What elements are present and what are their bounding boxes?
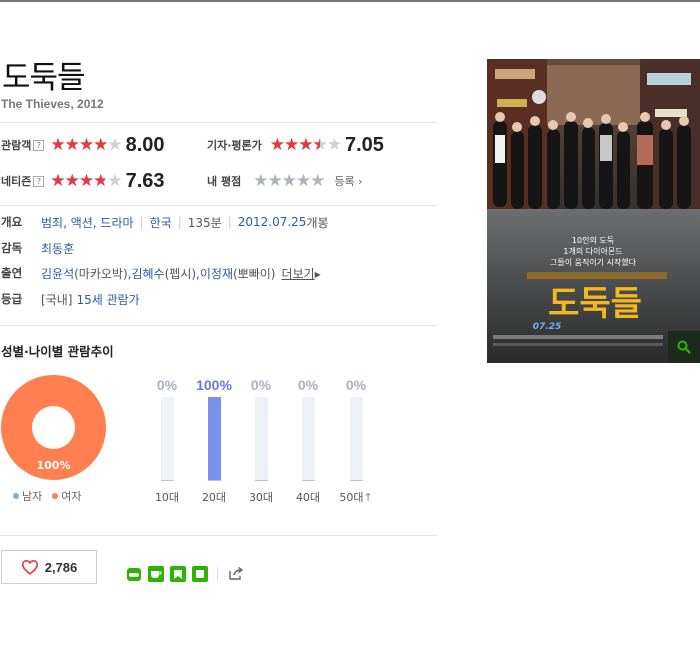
director-link[interactable]: 최동훈 [41, 240, 74, 257]
age-bar-20s: 100% 20대 [194, 377, 234, 505]
movie-subtitle: The Thieves, 2012 [1, 97, 104, 111]
age-label: 10대 [154, 491, 180, 504]
grade-link[interactable]: 15세 관람가 [76, 291, 139, 308]
divider [217, 567, 218, 581]
age-label: 20대 [201, 491, 227, 504]
critic-rating: 기자·평론가 ★★★★★★★★★★ 7.05 [207, 133, 384, 157]
audience-score: 8.00 [125, 133, 165, 156]
age-bar-50s: 0% 50대↑ [336, 377, 376, 505]
age-label: 50대↑ [339, 491, 373, 504]
bookmark-icon[interactable] [170, 566, 186, 582]
age-label: 40대 [295, 491, 321, 504]
director-label: 감독 [1, 241, 23, 255]
search-icon [677, 340, 691, 354]
divider [0, 325, 437, 326]
female-dot [52, 493, 59, 499]
release-suffix: 개봉 [306, 215, 329, 230]
cast-label: 출연 [1, 266, 23, 280]
legend-male: 남자 [13, 488, 42, 504]
age-percent: 100% [196, 377, 232, 393]
movie-poster[interactable]: 10인의 도둑 1개의 다이아몬드 그들이 움직이기 시작했다 도둑들 07.2… [487, 59, 700, 363]
netizen-stars: ★★★★★★★★★★ [50, 171, 122, 191]
gender-legend: 남자 여자 [13, 488, 92, 504]
arrow-up-icon: ↑ [363, 491, 373, 504]
age-bar-fill [207, 397, 221, 481]
cast-role: (펩시), [164, 266, 200, 281]
divider [0, 535, 437, 536]
poster-tagline: 10인의 도둑 [572, 235, 614, 245]
register-rating-link[interactable]: 등록 › [334, 173, 362, 189]
help-icon[interactable]: ? [33, 176, 45, 187]
release-date-link[interactable]: 2012.07.25 [238, 215, 307, 229]
overview-row: 개요 범죄, 액션, 드라마 | 한국 | 135분 | 2012.07.25 개… [1, 214, 329, 231]
poster-tagline: 그들이 움직이기 시작했다 [550, 257, 637, 267]
chevron-right-icon: › [358, 175, 363, 188]
cast-role: (마카오박), [74, 266, 132, 281]
grade-label: 등급 [1, 292, 23, 306]
cast-role: (뽀빠이) [232, 266, 276, 281]
my-rating-stars[interactable]: ★★★★★ [253, 171, 325, 191]
netizen-rating: 네티즌? ★★★★★★★★★★ 7.63 [1, 169, 165, 193]
audience-rating-label: 관람객? [1, 137, 45, 153]
netizen-score: 7.63 [125, 169, 165, 192]
divider [0, 122, 437, 123]
runtime: 135분 [187, 215, 222, 230]
age-bar-track [207, 397, 221, 481]
band-icon[interactable] [127, 568, 141, 581]
caret-right-icon: ▶ [314, 269, 321, 279]
my-rating-label: 내 평점 [207, 175, 242, 188]
heart-icon [21, 560, 38, 575]
overview-label: 개요 [1, 215, 23, 229]
poster-tagline: 1개의 다이아몬드 [563, 246, 622, 256]
audience-rating: 관람객? ★★★★★★★★★★ 8.00 [1, 133, 165, 157]
age-bar-track [301, 397, 315, 481]
male-dot [13, 493, 19, 499]
cast-link[interactable]: 김혜수 [131, 265, 164, 282]
zoom-button[interactable] [668, 331, 700, 363]
genre-link[interactable]: 범죄, 액션, 드라마 [41, 214, 134, 231]
age-bar-track [254, 397, 268, 481]
movie-title: 도둑들 [2, 60, 86, 96]
age-percent: 0% [345, 377, 367, 393]
director-row: 감독 최동훈 [1, 240, 74, 256]
cast-link[interactable]: 김윤석 [41, 265, 74, 282]
grade-prefix: [국내] [41, 292, 73, 307]
netizen-rating-label: 네티즌? [1, 173, 45, 189]
memo-icon[interactable] [192, 566, 208, 582]
age-percent: 0% [156, 377, 178, 393]
female-percent: 100% [36, 459, 71, 472]
age-bar-track [160, 397, 174, 481]
poster-title: 도둑들 [548, 284, 642, 324]
age-bar-40s: 0% 40대 [288, 377, 328, 505]
divider [0, 205, 437, 206]
age-percent: 0% [297, 377, 319, 393]
age-bar-30s: 0% 30대 [241, 377, 281, 505]
top-border [0, 0, 700, 2]
like-button[interactable]: 2,786 [1, 550, 97, 584]
age-bar-10s: 0% 10대 [147, 377, 187, 505]
poster-date: 07.25 [533, 322, 561, 332]
critic-rating-label: 기자·평론가 [207, 139, 262, 152]
my-rating: 내 평점 ★★★★★ 등록 › [207, 169, 363, 193]
critic-score: 7.05 [344, 133, 384, 156]
donut-hole [32, 406, 75, 449]
share-out-icon[interactable] [227, 566, 244, 585]
cast-row: 출연 김윤석 (마카오박), 김혜수 (펩시), 이정재 (뽀빠이) 더보기▶ [1, 265, 321, 281]
audience-stars: ★★★★★★★★★★ [50, 135, 122, 155]
age-bar-track [349, 397, 363, 481]
cafe-icon[interactable] [148, 566, 164, 582]
like-count: 2,786 [44, 559, 78, 575]
cast-link[interactable]: 이정재 [200, 265, 233, 282]
age-percent: 0% [250, 377, 272, 393]
country-link[interactable]: 한국 [150, 214, 172, 231]
grade-row: 등급 [국내] 15세 관람가 [1, 291, 140, 307]
poster-image: 10인의 도둑 1개의 다이아몬드 그들이 움직이기 시작했다 도둑들 07.2… [487, 59, 700, 363]
more-cast-link[interactable]: 더보기▶ [281, 265, 320, 282]
trend-title: 성별·나이별 관람추이 [1, 344, 114, 359]
gender-donut-chart: 100% [1, 375, 106, 480]
legend-female: 여자 [52, 488, 82, 504]
age-label: 30대 [248, 491, 274, 504]
help-icon[interactable]: ? [33, 140, 45, 151]
critic-stars: ★★★★★★★★★★ [269, 135, 342, 155]
